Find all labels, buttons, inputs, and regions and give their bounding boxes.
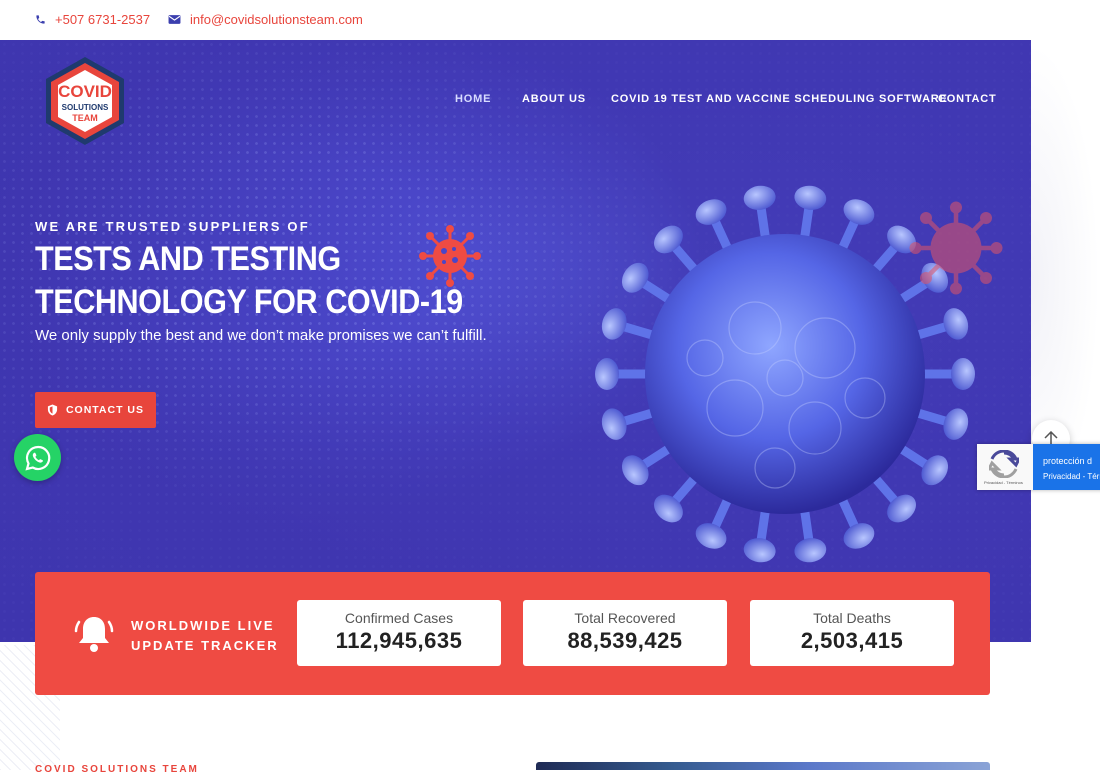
recaptcha-badge[interactable]: Privacidad - Términos protección d Priva…	[977, 444, 1100, 490]
virus-spike-head	[943, 308, 969, 340]
tracker-label-line-2: UPDATE TRACKER	[131, 638, 279, 653]
contact-us-label: CONTACT US	[65, 404, 145, 416]
contact-us-button[interactable]: CONTACT US	[35, 392, 156, 428]
virus-spike-head	[843, 199, 875, 225]
tracker-label: WORLDWIDE LIVE UPDATE TRACKER	[131, 616, 279, 656]
virus-spike-head	[621, 262, 649, 293]
stat-title: Total Recovered	[574, 610, 676, 626]
recaptcha-icon	[989, 450, 1019, 478]
virus-spike-head	[743, 185, 776, 210]
phone-icon	[36, 15, 45, 24]
faded-virus-icon	[909, 201, 1003, 295]
logo-line-1: COVID	[58, 82, 112, 101]
virus-spike-head	[601, 408, 627, 440]
virus-spike-head	[943, 408, 969, 440]
section-image	[536, 762, 990, 770]
shield-icon	[47, 404, 58, 416]
stat-total-recovered: Total Recovered 88,539,425	[523, 600, 727, 666]
email-address: info@covidsolutionsteam.com	[190, 12, 363, 27]
virus-spike-head	[743, 538, 776, 563]
virus-spike-head	[595, 358, 619, 390]
recaptcha-text: protección d	[1043, 456, 1093, 466]
top-contact-bar: +507 6731-2537 info@covidsolutionsteam.c…	[0, 0, 1100, 40]
hero-title-line-2: TECHNOLOGY FOR COVID-19	[35, 283, 463, 321]
virus-spike-head	[794, 185, 827, 210]
phone-contact[interactable]: +507 6731-2537	[35, 12, 150, 27]
recaptcha-info-panel: protección d Privacidad - Térm	[1033, 444, 1100, 490]
whatsapp-icon	[24, 445, 50, 471]
virus-spike-head	[695, 199, 727, 225]
envelope-icon	[168, 15, 181, 24]
hero-subtitle: We only supply the best and we don’t mak…	[35, 327, 487, 344]
recaptcha-links[interactable]: Privacidad - Térm	[1043, 469, 1100, 485]
virus-spike-head	[921, 455, 949, 486]
logo-line-3: TEAM	[72, 113, 98, 123]
tracker-label-line-1: WORLDWIDE LIVE	[131, 618, 275, 633]
virus-spike-head	[601, 308, 627, 340]
hero-kicker: WE ARE TRUSTED SUPPLIERS OF	[35, 219, 310, 234]
virus-spike-head	[951, 358, 975, 390]
recaptcha-small-links: Privacidad - Términos	[984, 480, 1023, 485]
logo-line-2: SOLUTIONS	[62, 103, 109, 112]
nav-about-us[interactable]: ABOUT US	[522, 93, 586, 105]
stat-confirmed-cases: Confirmed Cases 112,945,635	[297, 600, 501, 666]
virus-spike-head	[794, 538, 827, 563]
hero-title-line-1: TESTS AND TESTING	[35, 240, 341, 278]
email-contact[interactable]: info@covidsolutionsteam.com	[168, 12, 363, 27]
nav-home[interactable]: HOME	[455, 93, 491, 105]
whatsapp-button[interactable]	[14, 434, 61, 481]
virus-spike-head	[621, 455, 649, 486]
page-side-shadow	[1031, 40, 1100, 440]
stat-value: 88,539,425	[567, 628, 683, 653]
stat-value: 112,945,635	[335, 628, 463, 653]
red-virus-icon	[419, 225, 481, 287]
stat-title: Confirmed Cases	[344, 610, 454, 626]
virus-spike-head	[695, 523, 727, 549]
virus-spike-head	[843, 523, 875, 549]
stat-value: 2,503,415	[800, 628, 904, 653]
nav-contact[interactable]: CONTACT	[938, 93, 997, 105]
site-logo[interactable]: COVID SOLUTIONS TEAM	[42, 55, 128, 147]
stat-title: Total Deaths	[813, 610, 891, 626]
nav-scheduling-software[interactable]: COVID 19 TEST AND VACCINE SCHEDULING SOF…	[611, 93, 948, 105]
bell-icon	[74, 617, 114, 652]
live-update-tracker: WORLDWIDE LIVE UPDATE TRACKER Confirmed …	[35, 572, 990, 695]
stat-total-deaths: Total Deaths 2,503,415	[750, 600, 954, 666]
phone-number: +507 6731-2537	[55, 12, 151, 27]
